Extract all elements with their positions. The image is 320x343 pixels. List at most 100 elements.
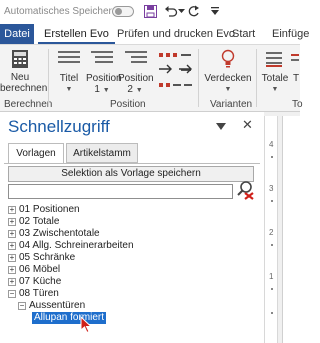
tree-item[interactable]: +05 Schränke — [8, 252, 75, 264]
tab-file[interactable]: Datei — [0, 24, 34, 44]
ruler-tick — [271, 156, 273, 158]
tree-item-label: Allupan formiert — [32, 312, 107, 324]
expand-icon[interactable]: + — [8, 242, 16, 250]
tree-item-label: 05 Schränke — [19, 252, 76, 263]
position2-dropdown-icon: ▼ — [135, 87, 143, 94]
pane-options-icon[interactable] — [216, 120, 226, 134]
tree-item-label: 08 Türen — [19, 288, 59, 299]
ruler-number: 4 — [269, 140, 274, 149]
tab-pruefen-drucken-evo[interactable]: Prüfen und drucken Evo — [117, 24, 235, 44]
ruler-tick — [271, 244, 273, 246]
tab-start[interactable]: Start — [232, 24, 255, 44]
position2-sub: 2 — [127, 84, 133, 95]
position2-label: Position — [118, 73, 154, 84]
tree-item[interactable]: − Aussentüren — [18, 300, 85, 312]
tab-erstellen-evo[interactable]: Erstellen Evo — [38, 24, 115, 44]
position1-label: Position — [86, 73, 122, 84]
expand-icon[interactable]: + — [8, 278, 16, 286]
position2-icon — [122, 49, 150, 71]
tree-item-label: 02 Totale — [19, 216, 60, 227]
expand-icon[interactable]: + — [8, 230, 16, 238]
tree-item[interactable]: +07 Küche — [8, 276, 61, 288]
titel-icon — [55, 49, 83, 71]
tab-vorlagen[interactable]: Vorlagen — [8, 143, 64, 164]
undo-dropdown-icon[interactable] — [177, 4, 185, 18]
tree-item[interactable]: −08 Türen — [8, 288, 59, 300]
totale-icon — [264, 49, 284, 71]
titel-label: Titel — [59, 73, 79, 84]
ruler-number: 3 — [269, 184, 274, 193]
close-icon[interactable]: ✕ — [242, 117, 253, 133]
vertical-ruler: 4 3 2 1 — [264, 116, 278, 343]
totale-dropdown-icon: ▼ — [271, 86, 279, 93]
tree-item-label: 04 Allg. Schreinerarbeiten — [19, 240, 134, 251]
ruler-tick — [271, 288, 273, 290]
save-selection-as-template-button[interactable]: Selektion als Vorlage speichern — [8, 166, 254, 182]
titel-button[interactable]: Titel ▼ — [55, 73, 83, 95]
group-label-position: Position — [110, 99, 146, 110]
verdecken-button[interactable]: Verdecken ▼ — [203, 73, 253, 95]
tree-item[interactable]: +06 Möbel — [8, 264, 60, 276]
verdecken-dropdown-icon: ▼ — [224, 86, 232, 93]
tree-item-label: 01 Positionen — [19, 204, 80, 215]
quick-access-toolbar: Automatisches Speichern — [0, 0, 300, 24]
position2-button[interactable]: Position 2 ▼ — [118, 73, 154, 96]
ruler-number: 2 — [269, 228, 274, 237]
tree-item[interactable]: +04 Allg. Schreinerarbeiten — [8, 240, 134, 252]
position1-sub: 1 — [94, 84, 100, 95]
schnellzugriff-pane: Schnellzugriff ✕ Vorlagen Artikelstamm S… — [0, 112, 300, 343]
new-calculate-label-1: Neu — [10, 72, 30, 83]
verdecken-label: Verdecken — [204, 73, 252, 84]
totale-button[interactable]: Totale ▼ — [258, 73, 292, 95]
lightbulb-icon — [219, 49, 237, 71]
group-label-to: To — [292, 99, 303, 110]
new-calculate-label-2: berechnen — [0, 83, 48, 94]
autosave-toggle[interactable] — [112, 6, 134, 17]
toggle-knob — [115, 8, 122, 15]
autosave-label: Automatisches Speichern — [4, 6, 118, 17]
tree-item[interactable]: +01 Positionen — [8, 204, 80, 216]
new-calculate-button[interactable]: Neu berechnen — [0, 72, 48, 94]
ribbon: Neu berechnen Berechnen Titel ▼ Position… — [0, 44, 303, 112]
small-tools-cluster — [157, 51, 195, 97]
document-page[interactable] — [282, 116, 300, 343]
expand-icon[interactable]: + — [8, 218, 16, 226]
group-separator — [198, 49, 199, 107]
ruler-number: 1 — [269, 272, 274, 281]
tab-einfuegen[interactable]: Einfüge — [272, 24, 309, 44]
expand-icon[interactable]: + — [8, 206, 16, 214]
mouse-cursor-icon — [80, 315, 94, 334]
position1-button[interactable]: Position 1 ▼ — [86, 73, 122, 96]
tree-item-label: 06 Möbel — [19, 264, 61, 275]
pane-title: Schnellzugriff — [8, 117, 110, 136]
group-separator — [256, 49, 257, 107]
tree-item-label: 03 Zwischentotale — [19, 228, 100, 239]
position1-dropdown-icon: ▼ — [102, 87, 110, 94]
tree-item-selected[interactable]: Allupan formiert — [32, 312, 107, 324]
redo-icon[interactable] — [186, 4, 200, 18]
tab-artikelstamm[interactable]: Artikelstamm — [66, 143, 138, 163]
titel-dropdown-icon: ▼ — [65, 86, 73, 93]
tree-item[interactable]: +02 Totale — [8, 216, 59, 228]
group-label-berechnen: Berechnen — [4, 99, 53, 110]
undo-icon[interactable] — [164, 4, 178, 18]
search-clear-icon[interactable] — [236, 180, 254, 200]
tree-item-label: Aussentüren — [29, 300, 86, 311]
collapse-icon[interactable]: − — [18, 302, 26, 310]
ruler-tick — [271, 200, 273, 202]
save-icon[interactable] — [143, 4, 157, 18]
expand-icon[interactable]: + — [8, 266, 16, 274]
position1-icon — [88, 49, 116, 71]
t-button-label[interactable]: T — [292, 73, 300, 84]
ruler-tick — [271, 312, 273, 314]
calculator-icon — [10, 49, 30, 69]
collapse-icon[interactable]: − — [8, 290, 16, 298]
customize-toolbar-icon[interactable] — [208, 4, 222, 18]
tree-item[interactable]: +03 Zwischentotale — [8, 228, 100, 240]
tree-item-label: 07 Küche — [19, 276, 62, 287]
group-separator — [48, 49, 49, 107]
t-icon — [290, 51, 300, 73]
expand-icon[interactable]: + — [8, 254, 16, 262]
group-label-varianten: Varianten — [210, 99, 253, 110]
search-input[interactable] — [8, 184, 233, 199]
